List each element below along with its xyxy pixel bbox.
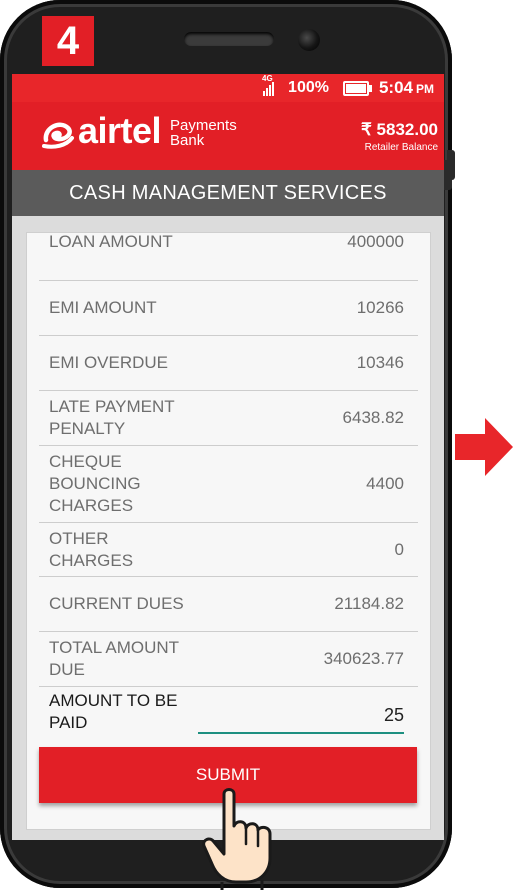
list-item: EMI OVERDUE 10346 (39, 336, 418, 391)
front-camera (298, 29, 320, 51)
brand-name: airtel (78, 110, 162, 151)
power-button (444, 160, 452, 190)
list-item: LOAN AMOUNT 400000 (39, 233, 418, 281)
app-header: airtel Payments Bank ₹ 5832.00 Retailer B… (12, 102, 444, 170)
list-item: TOTAL AMOUNT DUE 340623.77 (39, 632, 418, 687)
battery-icon (342, 80, 372, 96)
next-step-arrow-icon (455, 418, 513, 476)
screen-title: CASH MANAGEMENT SERVICES (12, 170, 444, 216)
step-number-badge: 4 (42, 16, 94, 66)
phone-screen: 4G 100% 5:04 PM airtel Payments Bank ₹ 583… (12, 74, 444, 840)
status-bar: 4G 100% 5:04 PM (12, 74, 444, 102)
list-item: LATE PAYMENT PENALTY 6438.82 (39, 391, 418, 446)
amount-to-pay-input[interactable] (198, 698, 404, 734)
balance-amount: ₹ 5832.00 (361, 120, 438, 139)
brand-subtitle: Payments Bank (170, 117, 237, 149)
list-item: EMI AMOUNT 10266 (39, 281, 418, 336)
list-item: CHEQUE BOUNCING CHARGES 4400 (39, 446, 418, 523)
battery-percent: 100% (288, 79, 329, 96)
phone-speaker (184, 32, 274, 46)
airtel-logo-icon (42, 122, 74, 149)
signal-icon: 4G (262, 74, 276, 96)
amount-to-pay-label: AMOUNT TO BE PAID (49, 691, 178, 732)
balance-label: Retailer Balance (364, 142, 438, 153)
loan-details-list: LOAN AMOUNT 400000 EMI AMOUNT 10266 EMI … (39, 233, 418, 687)
tap-hand-icon (202, 788, 272, 890)
payment-row: AMOUNT TO BE PAID (49, 685, 404, 739)
clock: 5:04 PM (378, 78, 434, 97)
loan-details-card: LOAN AMOUNT 400000 EMI AMOUNT 10266 EMI … (26, 232, 431, 830)
list-item: CURRENT DUES 21184.82 (39, 577, 418, 632)
list-item: OTHER CHARGES 0 (39, 523, 418, 577)
